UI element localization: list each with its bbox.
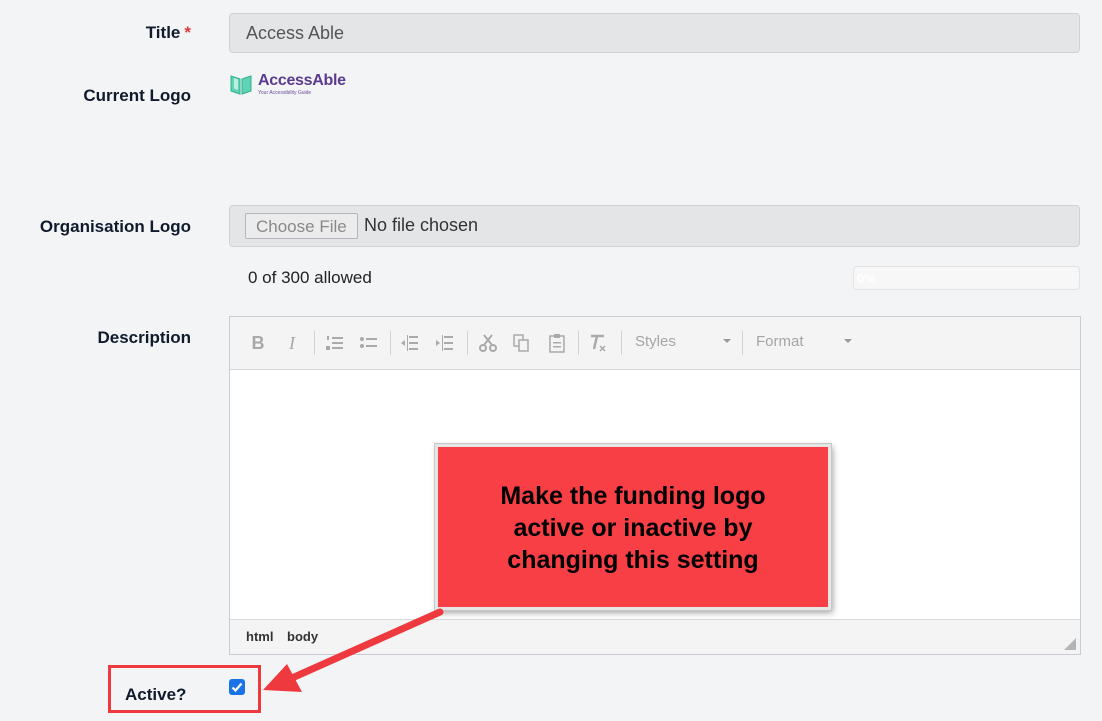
toolbar-divider — [314, 331, 315, 355]
format-dropdown-label: Format — [756, 333, 804, 350]
styles-dropdown-label: Styles — [635, 333, 676, 350]
callout-line: Make the funding logo — [500, 482, 766, 510]
italic-button[interactable]: I — [281, 332, 303, 354]
title-input-value: Access Able — [246, 23, 345, 43]
active-checkbox[interactable] — [229, 679, 245, 695]
editor-status-bar: html body — [230, 619, 1080, 654]
chevron-down-icon — [723, 339, 731, 343]
remove-format-button[interactable] — [587, 332, 609, 354]
file-status: No file chosen — [364, 215, 479, 235]
progress-label: 0% — [857, 271, 876, 286]
title-label-text: Title — [145, 23, 181, 42]
bold-button[interactable]: B — [247, 332, 269, 354]
numbered-list-icon — [326, 336, 343, 350]
scissors-icon — [479, 334, 497, 352]
outdent-icon — [401, 335, 418, 351]
open-book-icon — [230, 75, 252, 95]
chevron-down-icon — [844, 339, 852, 343]
choose-file-button[interactable]: Choose File — [245, 213, 358, 239]
toolbar-divider — [390, 331, 391, 355]
current-logo-image: AccessAble Your Accessibility Guide — [229, 71, 349, 99]
cut-button[interactable] — [477, 332, 499, 354]
description-label: Description — [97, 328, 191, 347]
logo-tagline: Your Accessibility Guide — [258, 90, 312, 96]
numbered-list-button[interactable] — [324, 332, 346, 354]
annotation-callout: Make the funding logo active or inactive… — [435, 444, 831, 610]
path-element-body[interactable]: body — [287, 629, 318, 644]
copy-button[interactable] — [510, 332, 532, 354]
toolbar-divider — [621, 331, 622, 355]
title-input[interactable]: Access Able — [229, 13, 1080, 53]
title-label: Title * — [146, 23, 191, 43]
path-element-html[interactable]: html — [246, 629, 273, 644]
indent-button[interactable] — [434, 332, 456, 354]
toolbar-divider — [578, 331, 579, 355]
active-label: Active? — [125, 685, 187, 704]
bullet-list-icon — [360, 337, 377, 348]
bullet-list-button[interactable] — [358, 332, 380, 354]
indent-icon — [436, 335, 453, 351]
org-logo-label: Organisation Logo — [39, 217, 191, 236]
allowed-count: 0 of 300 allowed — [248, 268, 372, 287]
toolbar-divider — [467, 331, 468, 355]
copy-icon — [513, 334, 529, 352]
clear-formatting-icon — [591, 334, 606, 352]
checkmark-icon — [231, 682, 243, 693]
resize-handle[interactable] — [1064, 638, 1076, 650]
logo-name: AccessAble — [258, 72, 346, 89]
callout-line: active or inactive by — [513, 514, 753, 542]
toolbar-divider — [742, 331, 743, 355]
paste-button[interactable] — [546, 332, 568, 354]
bold-icon: B — [251, 333, 265, 353]
org-logo-file-input[interactable]: Choose File No file chosen — [229, 205, 1080, 247]
callout-line: changing this setting — [507, 546, 759, 574]
italic-icon: I — [289, 333, 295, 353]
current-logo-label: Current Logo — [83, 86, 191, 105]
outdent-button[interactable] — [399, 332, 421, 354]
clipboard-icon — [549, 334, 565, 353]
upload-progress-bar: 0% — [853, 266, 1080, 290]
required-marker: * — [184, 23, 191, 42]
editor-toolbar: B I Styles Format — [230, 317, 1080, 370]
